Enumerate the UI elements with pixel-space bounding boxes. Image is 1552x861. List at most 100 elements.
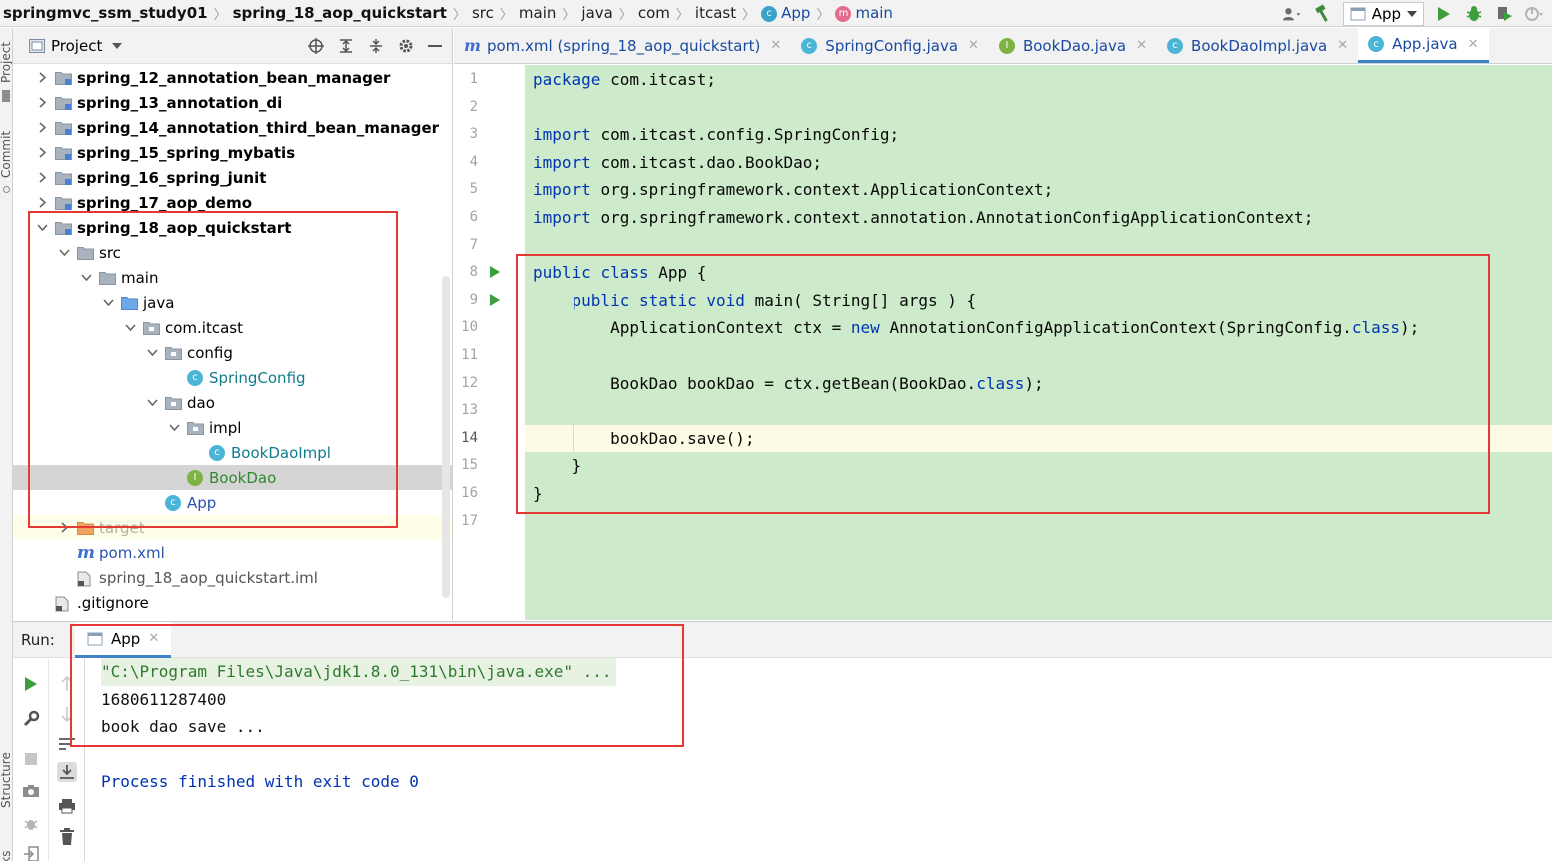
project-view-title[interactable]: Project bbox=[51, 37, 102, 55]
login-icon[interactable] bbox=[21, 844, 41, 861]
breadcrumb-item[interactable]: com bbox=[635, 4, 673, 22]
chevron-down-icon[interactable] bbox=[123, 321, 137, 335]
tree-item[interactable]: dao bbox=[13, 390, 452, 415]
tree-item[interactable]: c SpringConfig bbox=[13, 365, 452, 390]
close-icon[interactable]: ✕ bbox=[1337, 38, 1348, 53]
tree-item[interactable]: spring_18_aop_quickstart bbox=[13, 215, 452, 240]
tree-item[interactable]: src bbox=[13, 240, 452, 265]
chevron-right-icon[interactable] bbox=[35, 196, 49, 210]
build-hammer-icon[interactable] bbox=[1313, 3, 1333, 24]
tree-item[interactable]: spring_12_annotation_bean_manager bbox=[13, 65, 452, 90]
chevron-right-icon[interactable] bbox=[35, 171, 49, 185]
breadcrumb-item[interactable]: itcast bbox=[692, 4, 739, 22]
chevron-down-icon[interactable] bbox=[112, 42, 123, 49]
tree-item[interactable]: .gitignore bbox=[13, 590, 452, 615]
tree-item[interactable]: spring_15_spring_mybatis bbox=[13, 140, 452, 165]
tree-item-label: config bbox=[187, 343, 233, 362]
tree-item[interactable]: m pom.xml bbox=[13, 540, 452, 565]
chevron-down-icon[interactable] bbox=[57, 246, 71, 260]
breadcrumb-item[interactable]: spring_18_aop_quickstart bbox=[230, 4, 450, 22]
bookmarks-tool-label[interactable]: arks bbox=[0, 851, 12, 861]
editor-tab[interactable]: I BookDao.java ✕ bbox=[989, 28, 1157, 63]
project-tool-label[interactable]: Project bbox=[0, 42, 12, 83]
expand-all-icon[interactable] bbox=[338, 38, 354, 54]
structure-tool-label[interactable]: Structure bbox=[0, 752, 12, 808]
run-tab-app[interactable]: App ✕ bbox=[75, 622, 172, 658]
editor-tab[interactable]: c BookDaoImpl.java ✕ bbox=[1157, 28, 1358, 63]
chevron-right-icon[interactable] bbox=[35, 96, 49, 110]
run-configuration-select[interactable]: App bbox=[1342, 1, 1424, 26]
tree-item[interactable]: main bbox=[13, 265, 452, 290]
debug-settings-icon[interactable] bbox=[21, 814, 41, 834]
source-folder-icon bbox=[121, 296, 138, 310]
method-icon: m bbox=[835, 5, 852, 22]
wrench-icon[interactable] bbox=[21, 709, 41, 729]
run-icon[interactable] bbox=[1434, 4, 1454, 24]
soft-wrap-icon[interactable] bbox=[57, 734, 77, 754]
breadcrumb-item[interactable]: java bbox=[578, 4, 615, 22]
project-tree-scrollbar[interactable] bbox=[442, 276, 450, 598]
arrow-up-icon[interactable] bbox=[57, 674, 77, 694]
tree-item[interactable]: spring_17_aop_demo bbox=[13, 190, 452, 215]
close-icon[interactable]: ✕ bbox=[770, 38, 781, 53]
rerun-icon[interactable] bbox=[21, 674, 41, 694]
chevron-down-icon[interactable] bbox=[101, 296, 115, 310]
user-vcs-icon[interactable] bbox=[1282, 4, 1303, 24]
chevron-right-icon[interactable] bbox=[35, 121, 49, 135]
tree-item[interactable]: c App bbox=[13, 490, 452, 515]
chevron-down-icon[interactable] bbox=[79, 271, 93, 285]
tree-item[interactable]: impl bbox=[13, 415, 452, 440]
collapse-all-icon[interactable] bbox=[368, 38, 384, 54]
close-icon[interactable]: ✕ bbox=[148, 631, 159, 646]
breadcrumb-item[interactable]: main bbox=[516, 4, 559, 22]
run-gutter-icon[interactable] bbox=[490, 294, 500, 306]
minimize-icon[interactable] bbox=[428, 44, 442, 48]
tree-item[interactable]: java bbox=[13, 290, 452, 315]
chevron-down-icon[interactable] bbox=[145, 346, 159, 360]
breadcrumb-item[interactable]: src bbox=[469, 4, 497, 22]
indent-guide bbox=[573, 287, 574, 314]
commit-tool-label[interactable]: Commit bbox=[0, 131, 12, 178]
editor-tab[interactable]: m pom.xml (spring_18_aop_quickstart) ✕ bbox=[454, 28, 791, 63]
trash-icon[interactable] bbox=[57, 827, 77, 847]
code-editor[interactable]: package com.itcast; import com.itcast.con… bbox=[525, 65, 1552, 620]
tree-item[interactable]: config bbox=[13, 340, 452, 365]
tree-item[interactable]: spring_16_spring_junit bbox=[13, 165, 452, 190]
coverage-icon[interactable] bbox=[1494, 4, 1514, 24]
chevron-down-icon[interactable] bbox=[35, 221, 49, 235]
chevron-right-icon[interactable] bbox=[35, 146, 49, 160]
close-icon[interactable]: ✕ bbox=[1468, 37, 1479, 52]
tree-item[interactable]: c BookDaoImpl bbox=[13, 440, 452, 465]
chevron-down-icon[interactable] bbox=[167, 421, 181, 435]
profile-icon[interactable] bbox=[1524, 4, 1544, 24]
tree-item[interactable]: target bbox=[13, 515, 452, 540]
tree-item[interactable]: spring_18_aop_quickstart.iml bbox=[13, 565, 452, 590]
class-icon: c bbox=[801, 37, 818, 54]
locate-file-icon[interactable] bbox=[308, 38, 324, 54]
arrow-down-icon[interactable] bbox=[57, 704, 77, 724]
breadcrumb-item[interactable]: c App bbox=[758, 4, 813, 22]
print-icon[interactable] bbox=[57, 796, 77, 816]
code-line: import org.springframework.context.Appli… bbox=[533, 180, 1054, 199]
editor-tab[interactable]: c App.java ✕ bbox=[1358, 28, 1489, 63]
interface-icon: I bbox=[998, 37, 1015, 54]
camera-icon[interactable] bbox=[21, 781, 41, 801]
breadcrumb-item[interactable]: m main bbox=[832, 4, 895, 22]
scroll-to-end-icon[interactable] bbox=[57, 762, 77, 782]
chevron-right-icon[interactable] bbox=[57, 521, 71, 535]
tree-item[interactable]: spring_14_annotation_third_bean_manager bbox=[13, 115, 452, 140]
close-icon[interactable]: ✕ bbox=[968, 38, 979, 53]
close-icon[interactable]: ✕ bbox=[1136, 38, 1147, 53]
stop-icon[interactable] bbox=[21, 749, 41, 769]
run-gutter-icon[interactable] bbox=[490, 266, 500, 278]
debug-icon[interactable] bbox=[1464, 4, 1484, 24]
tree-item[interactable]: spring_13_annotation_di bbox=[13, 90, 452, 115]
tree-item[interactable]: com.itcast bbox=[13, 315, 452, 340]
chevron-right-icon[interactable] bbox=[35, 71, 49, 85]
breadcrumb-item[interactable]: springmvc_ssm_study01 bbox=[0, 4, 211, 22]
tree-item[interactable]: I BookDao bbox=[13, 465, 452, 490]
chevron-down-icon[interactable] bbox=[145, 396, 159, 410]
editor-tab[interactable]: c SpringConfig.java ✕ bbox=[791, 28, 989, 63]
gear-icon[interactable] bbox=[398, 38, 414, 54]
